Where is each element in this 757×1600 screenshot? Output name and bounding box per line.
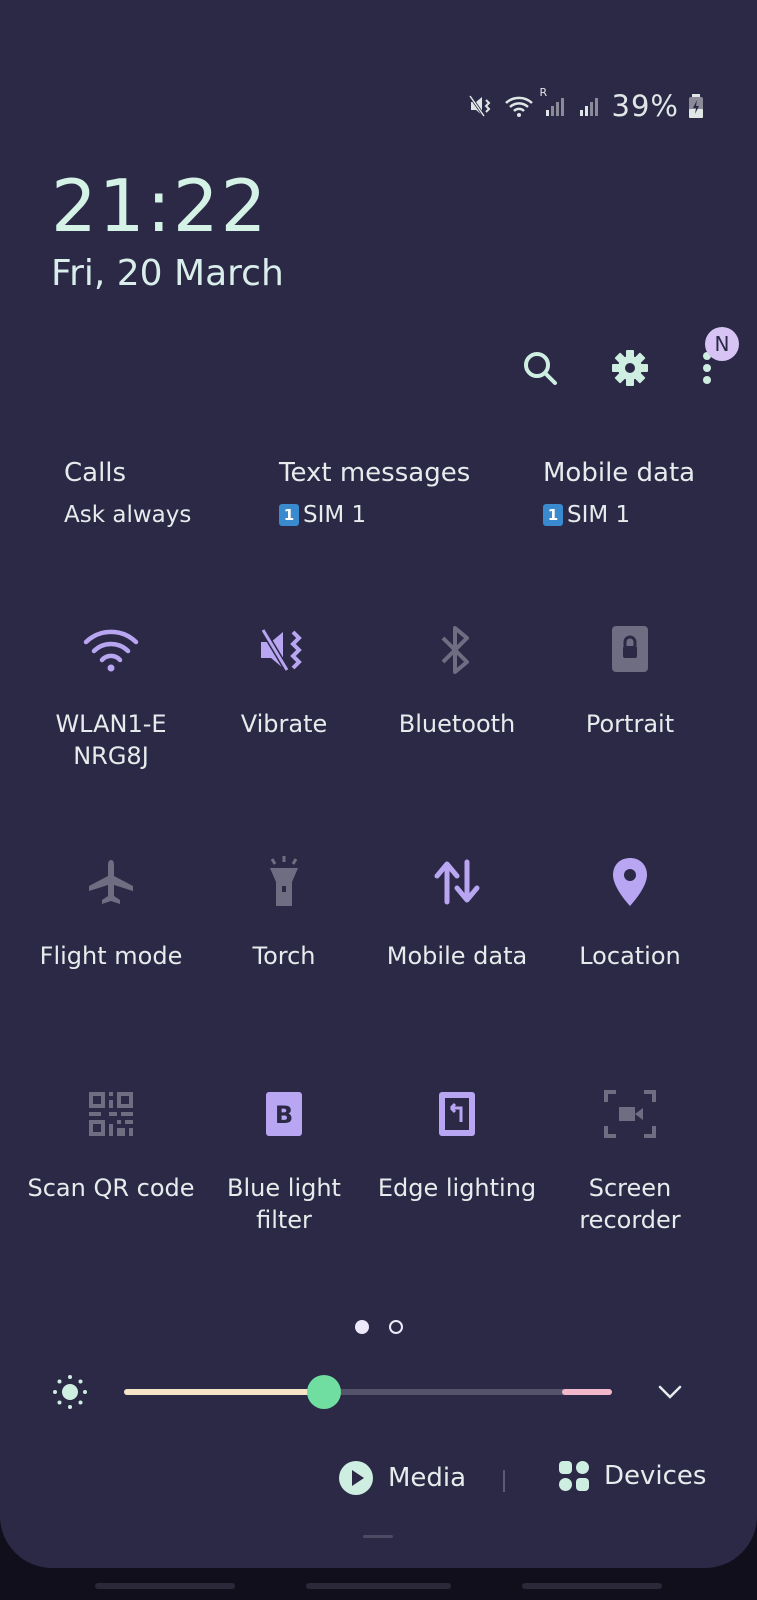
tile-location[interactable]: Location (542, 852, 718, 972)
signal-icon (576, 92, 604, 120)
portrait-lock-icon (600, 620, 660, 680)
tile-label: WLAN1-E NRG8J (55, 710, 167, 770)
text-messages-title: Text messages (279, 458, 471, 488)
calls-value: Ask always (64, 502, 192, 528)
tile-flight-mode[interactable]: Flight mode (23, 852, 199, 972)
divider (503, 1470, 505, 1492)
nav-home[interactable] (306, 1583, 451, 1589)
tile-label: Scan QR code (27, 1174, 195, 1202)
brightness-control (0, 1372, 757, 1412)
page-indicator (0, 1320, 757, 1334)
airplane-icon (81, 852, 141, 912)
tile-edge-lighting[interactable]: Edge lighting (369, 1084, 545, 1204)
tile-label: Mobile data (386, 942, 528, 970)
tile-mobile-data[interactable]: Mobile data (369, 852, 545, 972)
wifi-icon (81, 620, 141, 680)
mobile-data-icon (427, 852, 487, 912)
battery-percent: 39% (611, 89, 679, 123)
brightness-slider[interactable] (124, 1375, 612, 1409)
text-messages-sim[interactable]: Text messages 1 SIM 1 (279, 458, 470, 528)
search-button[interactable] (517, 345, 563, 391)
tile-label: Bluetooth (398, 710, 516, 738)
nav-recents[interactable] (95, 1583, 235, 1589)
quick-panel: R 39% 21:22 Fri, 20 March N Calls Ask al… (0, 0, 757, 1568)
qr-code-icon (81, 1084, 141, 1144)
page-dot-1[interactable] (354, 1320, 369, 1334)
tile-label: Screen recorder (579, 1174, 681, 1234)
media-button[interactable]: Media (338, 1460, 466, 1496)
tile-label: Edge lighting (377, 1174, 537, 1202)
tile-label: Vibrate (240, 710, 328, 738)
tile-label: Location (579, 942, 681, 970)
tile-label: Torch (252, 942, 316, 970)
nav-back[interactable] (522, 1583, 662, 1589)
tile-bluetooth[interactable]: Bluetooth (369, 620, 545, 740)
mobile-data-title: Mobile data (543, 458, 696, 488)
edge-lighting-icon (427, 1084, 487, 1144)
calls-sim[interactable]: Calls Ask always (64, 458, 191, 528)
tile-vibrate[interactable]: Vibrate (196, 620, 372, 740)
clock-date[interactable]: Fri, 20 March (51, 253, 284, 294)
more-options-button[interactable]: N (697, 327, 739, 391)
media-label: Media (388, 1463, 467, 1493)
screen-recorder-icon (600, 1084, 660, 1144)
sim1-icon: 1 (543, 504, 563, 526)
location-icon (600, 852, 660, 912)
brightness-fill (124, 1389, 325, 1395)
bluetooth-icon (427, 620, 487, 680)
brightness-boost-segment (562, 1389, 612, 1395)
blue-light-icon: B (254, 1084, 314, 1144)
vibrate-icon (254, 620, 314, 680)
clock-time[interactable]: 21:22 (51, 164, 269, 248)
bottom-actions: Media Devices (0, 1460, 757, 1510)
mute-vibrate-icon (468, 92, 496, 120)
expand-chevron-icon[interactable] (656, 1378, 684, 1406)
play-icon (339, 1461, 373, 1495)
navigation-bar (0, 1575, 757, 1600)
brightness-icon (52, 1374, 88, 1410)
torch-icon (254, 852, 314, 912)
tile-wifi[interactable]: WLAN1-E NRG8J (23, 620, 199, 772)
signal-roaming-icon: R (540, 86, 568, 120)
gear-icon (612, 350, 648, 386)
drag-handle[interactable] (363, 1535, 393, 1538)
settings-button[interactable] (607, 345, 653, 391)
tile-blue-light-filter[interactable]: B Blue light filter (196, 1084, 372, 1236)
mobile-data-sim[interactable]: Mobile data 1 SIM 1 (543, 458, 695, 528)
devices-button[interactable]: Devices (558, 1460, 706, 1492)
top-actions: N (517, 327, 739, 391)
roaming-mark: R (539, 86, 548, 99)
sim1-icon: 1 (279, 504, 299, 526)
tile-label: Blue light filter (227, 1174, 341, 1234)
tile-label: Flight mode (39, 942, 183, 970)
tile-screen-recorder[interactable]: Screen recorder (542, 1084, 718, 1236)
devices-grid-icon (559, 1461, 589, 1491)
devices-label: Devices (604, 1461, 707, 1491)
tile-torch[interactable]: Torch (196, 852, 372, 972)
page-dot-2[interactable] (388, 1320, 403, 1334)
mobile-data-value: SIM 1 (567, 502, 631, 528)
svg-text:B: B (275, 1101, 293, 1129)
status-bar: R 39% (468, 86, 705, 126)
wifi-icon (504, 92, 533, 120)
notification-badge: N (705, 327, 739, 361)
brightness-thumb[interactable] (307, 1375, 342, 1409)
tile-scan-qr[interactable]: Scan QR code (23, 1084, 199, 1204)
tile-label: Portrait (585, 710, 675, 738)
tile-portrait[interactable]: Portrait (542, 620, 718, 740)
battery-charging-icon (687, 92, 705, 120)
search-icon (524, 352, 557, 385)
text-messages-value: SIM 1 (303, 502, 367, 528)
calls-title: Calls (64, 458, 127, 488)
